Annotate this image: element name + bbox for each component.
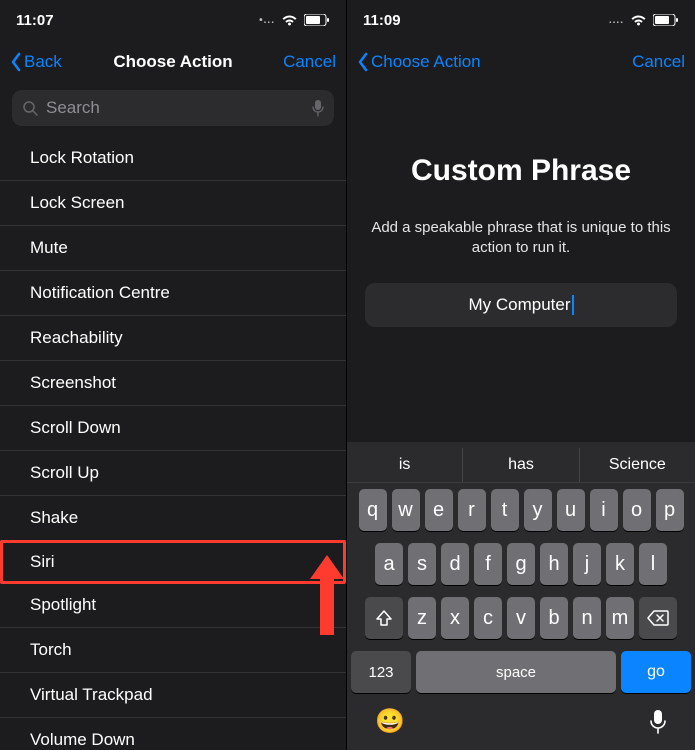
- key-s[interactable]: s: [408, 543, 436, 585]
- action-row-notification-centre[interactable]: Notification Centre: [0, 271, 346, 316]
- action-row-siri[interactable]: Siri: [0, 540, 346, 584]
- phrase-input-value: My Computer: [468, 295, 570, 315]
- nav-bar: Choose Action Cancel: [347, 40, 695, 84]
- space-key[interactable]: space: [416, 651, 616, 693]
- cellular-icon: •...: [259, 15, 275, 26]
- screenshot-choose-action: 11:07 •... Back Choose Action Cancel Sea…: [0, 0, 347, 750]
- shift-icon: [375, 609, 393, 627]
- search-placeholder: Search: [46, 98, 304, 118]
- status-bar: 11:09 ....: [347, 0, 695, 40]
- cancel-button[interactable]: Cancel: [632, 52, 685, 72]
- key-row-bottom: 123 space go: [347, 645, 695, 701]
- emoji-key[interactable]: 😀: [375, 707, 405, 736]
- phrase-input[interactable]: My Computer: [365, 283, 677, 327]
- cellular-icon: ....: [609, 15, 624, 26]
- status-time: 11:07: [16, 12, 54, 29]
- back-label: Choose Action: [371, 52, 481, 72]
- action-row-reachability[interactable]: Reachability: [0, 316, 346, 361]
- battery-icon: [653, 14, 679, 26]
- search-icon: [22, 100, 38, 116]
- suggestion[interactable]: is: [347, 448, 462, 482]
- key-b[interactable]: b: [540, 597, 568, 639]
- key-row-3-letters: zxcvbnm: [408, 597, 634, 639]
- key-p[interactable]: p: [656, 489, 684, 531]
- page-title: Custom Phrase: [365, 154, 677, 188]
- action-row-lock-screen[interactable]: Lock Screen: [0, 181, 346, 226]
- key-v[interactable]: v: [507, 597, 535, 639]
- key-r[interactable]: r: [458, 489, 486, 531]
- action-row-torch[interactable]: Torch: [0, 628, 346, 673]
- cancel-button[interactable]: Cancel: [283, 52, 336, 72]
- nav-bar: Back Choose Action Cancel: [0, 40, 346, 84]
- key-f[interactable]: f: [474, 543, 502, 585]
- key-h[interactable]: h: [540, 543, 568, 585]
- delete-key[interactable]: [639, 597, 677, 639]
- key-d[interactable]: d: [441, 543, 469, 585]
- suggestion[interactable]: Science: [579, 448, 695, 482]
- mic-icon[interactable]: [312, 99, 324, 117]
- key-i[interactable]: i: [590, 489, 618, 531]
- numbers-key[interactable]: 123: [351, 651, 411, 693]
- key-x[interactable]: x: [441, 597, 469, 639]
- go-key[interactable]: go: [621, 651, 691, 693]
- back-button[interactable]: Choose Action: [357, 52, 481, 72]
- mic-icon: [649, 709, 667, 735]
- key-m[interactable]: m: [606, 597, 634, 639]
- action-row-virtual-trackpad[interactable]: Virtual Trackpad: [0, 673, 346, 718]
- key-row-3: zxcvbnm: [347, 591, 695, 645]
- suggestion-bar: is has Science: [347, 448, 695, 483]
- battery-icon: [304, 14, 330, 26]
- action-row-scroll-down[interactable]: Scroll Down: [0, 406, 346, 451]
- keyboard: is has Science qwertyuiop asdfghjkl zxcv…: [347, 442, 695, 750]
- key-a[interactable]: a: [375, 543, 403, 585]
- key-t[interactable]: t: [491, 489, 519, 531]
- action-row-mute[interactable]: Mute: [0, 226, 346, 271]
- status-icons: ....: [609, 14, 679, 26]
- key-g[interactable]: g: [507, 543, 535, 585]
- chevron-left-icon: [10, 52, 22, 72]
- dictation-key[interactable]: [649, 709, 667, 735]
- status-bar: 11:07 •...: [0, 0, 346, 40]
- key-w[interactable]: w: [392, 489, 420, 531]
- key-k[interactable]: k: [606, 543, 634, 585]
- key-o[interactable]: o: [623, 489, 651, 531]
- keyboard-footer: 😀: [347, 701, 695, 750]
- action-row-scroll-up[interactable]: Scroll Up: [0, 451, 346, 496]
- status-time: 11:09: [363, 12, 401, 29]
- page-subtitle: Add a speakable phrase that is unique to…: [365, 218, 677, 259]
- key-q[interactable]: q: [359, 489, 387, 531]
- back-button[interactable]: Back: [10, 52, 62, 72]
- action-row-spotlight[interactable]: Spotlight: [0, 583, 346, 628]
- wifi-icon: [630, 14, 647, 26]
- custom-phrase-panel: Custom Phrase Add a speakable phrase tha…: [347, 84, 695, 327]
- key-c[interactable]: c: [474, 597, 502, 639]
- wifi-icon: [281, 14, 298, 26]
- backspace-icon: [647, 610, 669, 626]
- action-row-volume-down[interactable]: Volume Down: [0, 718, 346, 750]
- key-y[interactable]: y: [524, 489, 552, 531]
- key-e[interactable]: e: [425, 489, 453, 531]
- key-row-1: qwertyuiop: [347, 483, 695, 537]
- action-row-screenshot[interactable]: Screenshot: [0, 361, 346, 406]
- suggestion[interactable]: has: [462, 448, 578, 482]
- key-n[interactable]: n: [573, 597, 601, 639]
- status-icons: •...: [259, 14, 330, 26]
- search-field[interactable]: Search: [12, 90, 334, 126]
- key-u[interactable]: u: [557, 489, 585, 531]
- key-z[interactable]: z: [408, 597, 436, 639]
- key-row-2: asdfghjkl: [347, 537, 695, 591]
- action-row-shake[interactable]: Shake: [0, 496, 346, 541]
- shift-key[interactable]: [365, 597, 403, 639]
- screenshot-custom-phrase: 11:09 .... Choose Action Cancel Custom P…: [347, 0, 695, 750]
- key-j[interactable]: j: [573, 543, 601, 585]
- text-caret: [572, 295, 574, 315]
- chevron-left-icon: [357, 52, 369, 72]
- action-row-lock-rotation[interactable]: Lock Rotation: [0, 136, 346, 181]
- back-label: Back: [24, 52, 62, 72]
- key-l[interactable]: l: [639, 543, 667, 585]
- action-list[interactable]: Lock RotationLock ScreenMuteNotification…: [0, 136, 346, 750]
